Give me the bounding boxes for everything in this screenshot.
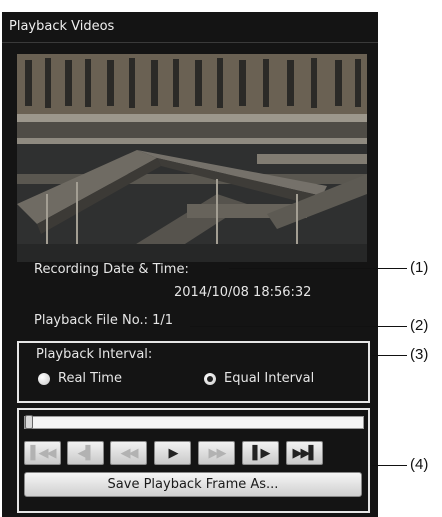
callout-4: (4)	[410, 456, 429, 473]
playback-slider-track[interactable]	[24, 416, 364, 429]
video-frame	[17, 54, 367, 262]
recording-date-label: Recording Date & Time:	[34, 262, 189, 277]
radio-real-time-dot[interactable]	[38, 372, 50, 385]
playback-panel: Playback Videos Recording Date & Time: 2…	[2, 12, 378, 517]
radio-equal-interval[interactable]: Equal Interval	[204, 371, 314, 386]
panel-title: Playback Videos	[9, 19, 115, 34]
frame-forward-button[interactable]: ▌▶	[242, 441, 279, 465]
callout-line-3	[372, 355, 407, 356]
playback-slider-thumb[interactable]	[25, 415, 33, 429]
callout-3: (3)	[410, 346, 429, 363]
playback-interval-label: Playback Interval:	[36, 347, 153, 362]
callout-2: (2)	[410, 317, 429, 334]
recording-date-value: 2014/10/08 18:56:32	[174, 285, 312, 300]
title-divider	[2, 42, 378, 43]
playback-file-number: Playback File No.: 1/1	[34, 313, 174, 328]
video-image	[17, 54, 367, 262]
callout-line-2	[190, 326, 407, 327]
frame-back-button[interactable]: ◀▌	[67, 441, 104, 465]
play-button[interactable]: ▶	[154, 441, 191, 465]
save-playback-frame-button[interactable]: Save Playback Frame As...	[24, 472, 362, 497]
radio-equal-interval-label: Equal Interval	[224, 371, 315, 386]
callout-1: (1)	[410, 259, 429, 276]
skip-to-end-button[interactable]: ▶▶▌	[286, 441, 323, 465]
radio-real-time-label: Real Time	[58, 371, 122, 386]
radio-equal-interval-dot[interactable]	[204, 372, 216, 385]
fast-forward-button[interactable]: ▶▶	[198, 441, 235, 465]
rewind-button[interactable]: ◀◀	[110, 441, 147, 465]
callout-line-4	[372, 465, 407, 466]
callout-line-1	[229, 268, 407, 269]
skip-to-start-button[interactable]: ▌◀◀	[24, 441, 61, 465]
radio-real-time[interactable]: Real Time	[38, 371, 122, 386]
